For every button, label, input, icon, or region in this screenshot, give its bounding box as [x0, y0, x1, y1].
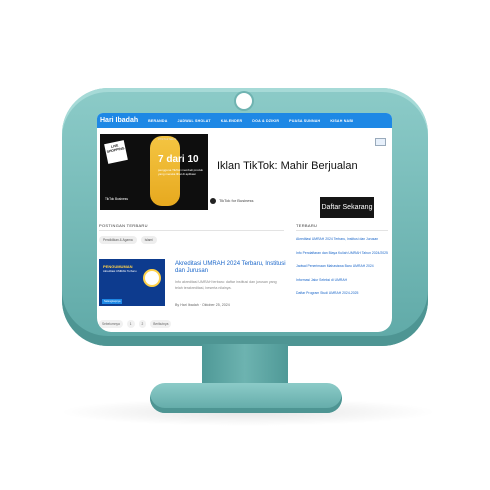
nav-item-dua[interactable]: DOA & DZIKIR	[252, 119, 279, 123]
nav-item-prayer[interactable]: JADWAL SHOLAT	[178, 119, 211, 123]
post-title-link[interactable]: Akreditasi UMRAH 2024 Terbaru, Institusi…	[175, 261, 287, 276]
thumbnail-text: Akreditasi UMRAH Terbaru	[103, 269, 137, 273]
ad-title[interactable]: Iklan TikTok: Mahir Berjualan	[217, 160, 358, 172]
sidebar-link[interactable]: Akreditasi UMRAH 2024 Terbaru, Institusi…	[296, 237, 388, 251]
sidebar-link[interactable]: Daftar Program Studi UMRAH 2024-2025	[296, 291, 388, 305]
post-excerpt: Info akreditasi UMRAH terbaru: daftar in…	[175, 280, 277, 290]
sidebar-divider	[296, 230, 388, 231]
main-content: POSTINGAN TERBARU Pendidikan & Agama Isl…	[97, 221, 392, 332]
ad-image-headline: 7 dari 10	[158, 154, 199, 165]
monitor-screen: Hari Ibadah BERANDA JADWAL SHOLAT KALEND…	[97, 113, 392, 332]
sidebar-link[interactable]: Info Pendaftaran dan Biaya Kuliah UMRAH …	[296, 251, 388, 265]
top-navigation: Hari Ibadah BERANDA JADWAL SHOLAT KALEND…	[97, 113, 392, 128]
nav-item-home[interactable]: BERANDA	[148, 119, 167, 123]
university-logo	[143, 269, 161, 287]
site-logo[interactable]: Hari Ibadah	[100, 117, 138, 124]
ad-cta-button[interactable]: Daftar Sekarang	[320, 197, 374, 218]
pager-page[interactable]: 2	[138, 320, 147, 328]
advertisement[interactable]: #TikTokTalent LIVE SHOPPING 7 dari 10 pe…	[97, 134, 392, 218]
sidebar-link[interactable]: Jadwal Penerimaan Mahasiswa Baru UMRAH 2…	[296, 264, 388, 278]
ad-image[interactable]: #TikTokTalent LIVE SHOPPING 7 dari 10 pe…	[100, 134, 208, 210]
ad-image-tag: LIVE SHOPPING	[104, 140, 128, 164]
tiktok-icon	[210, 198, 216, 204]
section-divider	[99, 230, 284, 231]
nav-item-stories[interactable]: KISAH NABI	[330, 119, 353, 123]
nav-item-calendar[interactable]: KALENDER	[221, 119, 243, 123]
post-thumbnail[interactable]: PENGUMUMAN Akreditasi UMRAH Terbaru Sele…	[99, 259, 165, 306]
pager-page[interactable]: 1	[126, 320, 135, 328]
chip-category[interactable]: Pendidikan & Agama	[99, 236, 137, 244]
section-title: POSTINGAN TERBARU	[99, 223, 148, 228]
ad-sponsor: TikTok for Business	[219, 198, 254, 203]
sidebar-list: Akreditasi UMRAH 2024 Terbaru, Institusi…	[296, 237, 388, 305]
monitor-foot	[150, 383, 342, 413]
thumbnail-button: Selengkapnya	[102, 299, 123, 304]
ad-info-badge[interactable]	[375, 138, 386, 146]
post-meta: By Hari Ibadah · Oktober 25, 2024	[175, 303, 230, 307]
pagination: Sebelumnya 1 2 Berikutnya	[99, 320, 172, 328]
pager-prev[interactable]: Sebelumnya	[99, 320, 123, 328]
sidebar-title: TERBARU	[296, 223, 318, 228]
webcam-dot	[236, 93, 252, 109]
chip-category[interactable]: Islami	[140, 236, 157, 244]
pager-next[interactable]: Berikutnya	[150, 320, 172, 328]
nav-item-fasting[interactable]: PUASA SUNNAH	[289, 119, 320, 123]
ad-image-brand: TikTok Business	[105, 197, 128, 201]
sidebar-link[interactable]: Informasi Jalur Seleksi di UMRAH	[296, 278, 388, 292]
ad-image-hashtag: #TikTokTalent	[158, 137, 177, 141]
ad-image-caption: pengguna TikTok membeli produk yang mere…	[158, 168, 203, 176]
category-chips: Pendidikan & Agama Islami	[99, 236, 157, 244]
